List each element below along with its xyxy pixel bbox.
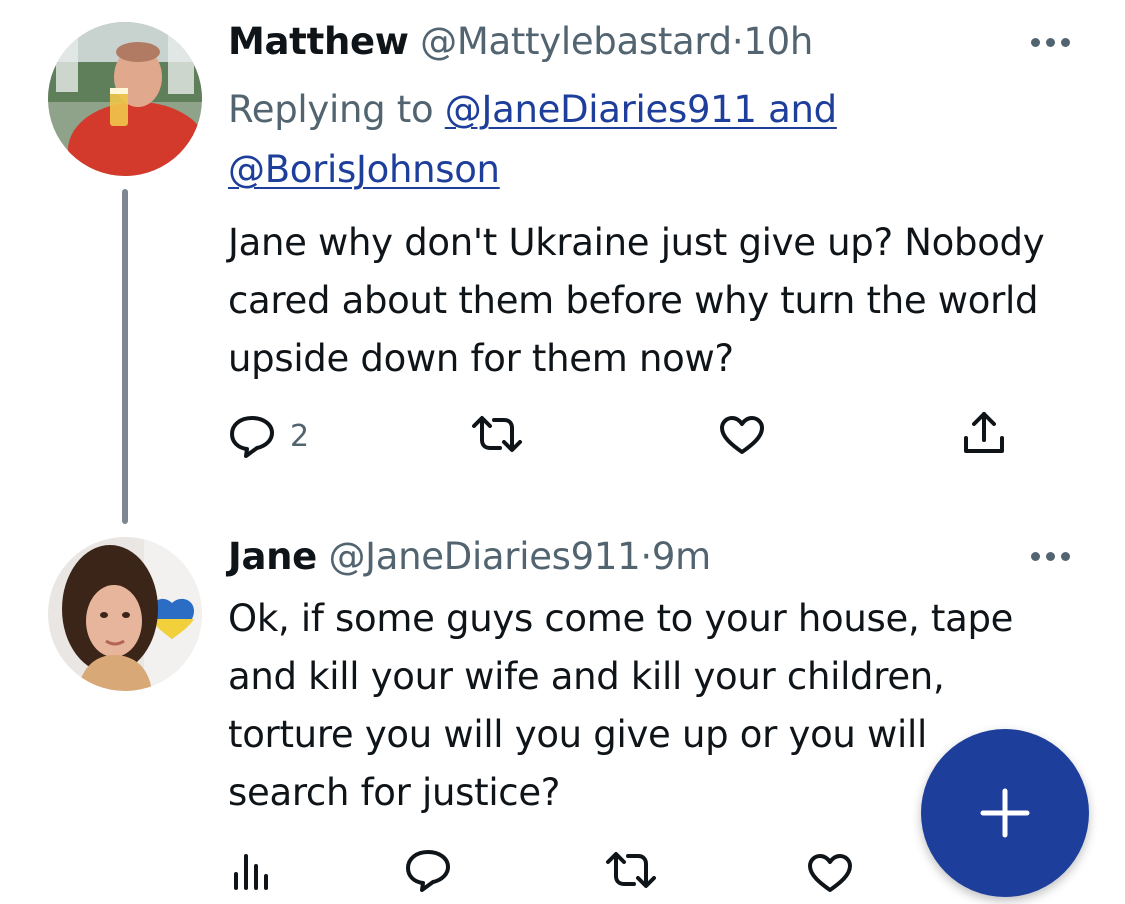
reply-mention-link[interactable]: @JaneDiaries911 and bbox=[445, 88, 837, 131]
author-name[interactable]: Jane bbox=[228, 535, 317, 578]
like-button[interactable] bbox=[718, 414, 766, 456]
retweet-icon bbox=[606, 852, 656, 888]
author-handle[interactable]: @Mattylebastard bbox=[420, 20, 732, 63]
like-icon bbox=[808, 854, 852, 892]
like-icon bbox=[720, 416, 764, 454]
retweet-button[interactable] bbox=[470, 414, 524, 454]
like-button[interactable] bbox=[806, 852, 854, 894]
author-handle[interactable]: @JaneDiaries911 bbox=[328, 535, 640, 578]
analytics-button[interactable] bbox=[232, 852, 272, 892]
tweet-header: Matthew @Mattylebastard·10h bbox=[228, 20, 813, 64]
avatar-matthew[interactable] bbox=[48, 22, 202, 176]
separator-dot: · bbox=[640, 535, 652, 578]
more-options-icon[interactable] bbox=[1031, 38, 1070, 47]
reply-button[interactable] bbox=[404, 848, 452, 892]
separator-dot: · bbox=[731, 20, 744, 63]
author-name[interactable]: Matthew bbox=[228, 20, 409, 63]
retweet-button[interactable] bbox=[604, 850, 658, 890]
share-button[interactable] bbox=[962, 410, 1006, 456]
plus-icon bbox=[980, 788, 1030, 838]
tweet-timestamp[interactable]: 9m bbox=[652, 535, 711, 578]
share-icon bbox=[964, 412, 1004, 453]
tweet-header: Jane @JaneDiaries911·9m bbox=[228, 535, 711, 579]
analytics-icon bbox=[234, 854, 268, 890]
reply-button[interactable]: 2 bbox=[228, 414, 309, 458]
tweet-text: Jane why don't Ukraine just give up? Nob… bbox=[228, 221, 1045, 380]
reply-icon bbox=[230, 416, 274, 458]
reply-icon bbox=[406, 850, 450, 892]
tweet-timestamp[interactable]: 10h bbox=[743, 20, 813, 63]
compose-tweet-button[interactable] bbox=[921, 729, 1089, 897]
more-options-icon[interactable] bbox=[1031, 552, 1070, 561]
reply-mention-link[interactable]: @BorisJohnson bbox=[228, 148, 500, 191]
replying-to: Replying to @JaneDiaries911 and @BorisJo… bbox=[228, 80, 988, 200]
avatar-jane[interactable] bbox=[48, 537, 202, 691]
replying-label: Replying to bbox=[228, 88, 434, 131]
retweet-icon bbox=[472, 416, 522, 452]
thread-line bbox=[122, 189, 128, 524]
reply-count: 2 bbox=[290, 418, 310, 454]
